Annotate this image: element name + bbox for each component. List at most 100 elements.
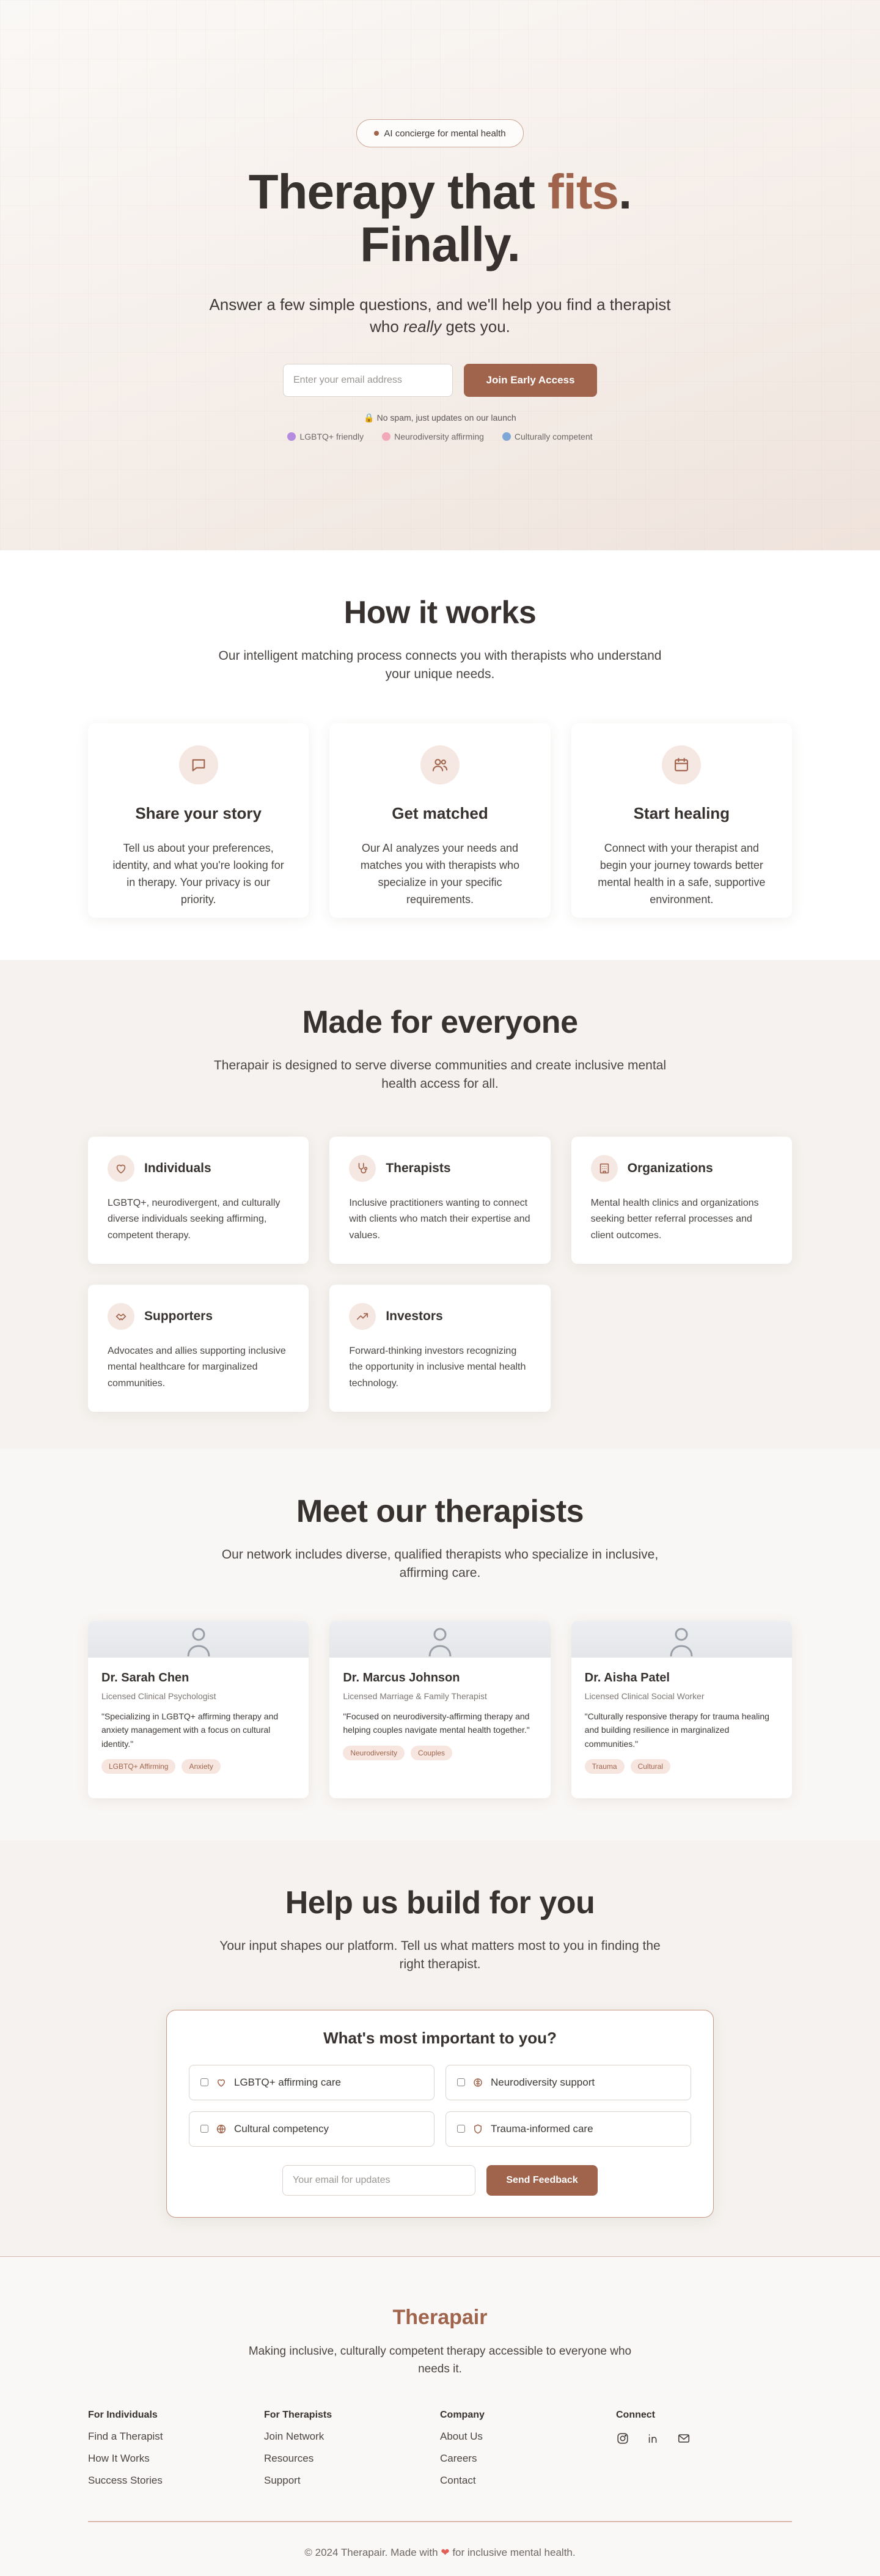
join-early-access-button[interactable]: Join Early Access	[464, 363, 597, 397]
chip-label: Neurodiversity affirming	[394, 431, 484, 441]
step-text: Our AI analyzes your needs and matches y…	[360, 841, 520, 906]
trending-up-icon	[349, 1302, 376, 1330]
section-title: Meet our therapists	[296, 1494, 584, 1529]
therapist-card[interactable]: Dr. Aisha Patel Licensed Clinical Social…	[571, 1620, 792, 1798]
audience-text: Forward-thinking investors recognizing t…	[349, 1345, 526, 1389]
badge-label: AI concierge for mental health	[384, 128, 506, 139]
footer-column-connect: Connect	[616, 2410, 792, 2487]
footer-column-title: For Therapists	[264, 2410, 332, 2420]
signup-form: Enter your email address Join Early Acce…	[0, 363, 880, 397]
avatar	[571, 1620, 792, 1658]
badge-dot-icon	[374, 131, 380, 136]
footer: Therapair Making inclusive, culturally c…	[0, 2256, 880, 2576]
copyright-pre: © 2024 Therapair. Made with	[304, 2546, 438, 2558]
section-lede: Your input shapes our platform. Tell us …	[219, 1939, 661, 1972]
therapist-name: Dr. Aisha Patel	[584, 1670, 670, 1685]
footer-column-title: For Individuals	[88, 2410, 158, 2420]
audience-text: Advocates and allies supporting inclusiv…	[108, 1345, 286, 1389]
footer-column-therapists: For Therapists Join Network Resources Su…	[264, 2410, 440, 2487]
brain-icon	[382, 432, 391, 441]
checkbox[interactable]	[457, 2125, 465, 2133]
mail-icon[interactable]	[677, 2432, 691, 2445]
step-card: Get matched Our AI analyzes your needs a…	[329, 723, 551, 918]
footer-link[interactable]: Join Network	[264, 2430, 440, 2443]
audience-card-therapists: Therapists Inclusive practitioners wanti…	[329, 1136, 551, 1264]
footer-column-title: Company	[440, 2410, 485, 2420]
specialty-tag: Couples	[411, 1745, 453, 1760]
audience-card-individuals: Individuals LGBTQ+, neurodivergent, and …	[88, 1136, 309, 1264]
brain-icon	[474, 2078, 482, 2087]
avatar	[329, 1620, 551, 1658]
specialty-tag: Neurodiversity	[343, 1745, 405, 1760]
therapist-role: Licensed Marriage & Family Therapist	[343, 1691, 487, 1701]
footer-link[interactable]: About Us	[440, 2430, 616, 2443]
user-avatar-icon	[187, 1628, 210, 1656]
feedback-form: What's most important to you? LGBTQ+ aff…	[166, 2009, 714, 2218]
option-lgbtq-care[interactable]: LGBTQ+ affirming care	[189, 2064, 435, 2100]
step-text: Connect with your therapist and begin yo…	[598, 841, 766, 906]
footer-column-individuals: For Individuals Find a Therapist How It …	[88, 2410, 264, 2487]
therapist-quote: "Specializing in LGBTQ+ affirming therap…	[101, 1711, 279, 1749]
audience-title: Therapists	[386, 1161, 451, 1175]
chip-lgbtq: LGBTQ+ friendly	[287, 432, 364, 441]
handshake-icon	[108, 1302, 134, 1330]
hero-subtitle-post: gets you.	[441, 317, 510, 336]
checkbox[interactable]	[200, 2078, 208, 2087]
option-trauma[interactable]: Trauma-informed care	[446, 2111, 691, 2147]
footer-link[interactable]: Find a Therapist	[88, 2430, 264, 2443]
audience-card-organizations: Organizations Mental health clinics and …	[571, 1136, 792, 1264]
send-feedback-button[interactable]: Send Feedback	[486, 2165, 598, 2196]
footer-link[interactable]: Support	[264, 2475, 440, 2487]
audience-title: Investors	[386, 1308, 443, 1323]
footer-link[interactable]: Resources	[264, 2452, 440, 2465]
meet-therapists-section: Meet our therapists Our network includes…	[0, 1449, 880, 1840]
footer-brand[interactable]: Therapair	[0, 2306, 880, 2330]
footer-link[interactable]: Careers	[440, 2452, 616, 2465]
option-label: Trauma-informed care	[491, 2122, 593, 2135]
step-title: Share your story	[135, 803, 262, 822]
step-card: Share your story Tell us about your pref…	[88, 723, 309, 918]
step-title: Start healing	[633, 803, 730, 822]
step-card: Start healing Connect with your therapis…	[571, 723, 792, 918]
chip-neurodiversity: Neurodiversity affirming	[382, 432, 484, 441]
option-label: Cultural competency	[234, 2122, 329, 2135]
shield-icon	[474, 2124, 482, 2134]
specialty-tag: LGBTQ+ Affirming	[101, 1759, 176, 1774]
therapist-quote: "Culturally responsive therapy for traum…	[584, 1711, 769, 1749]
email-input[interactable]: Enter your email address	[283, 363, 453, 397]
building-icon	[590, 1154, 618, 1182]
footer-link[interactable]: Success Stories	[88, 2475, 264, 2487]
footer-link[interactable]: How It Works	[88, 2452, 264, 2465]
linkedin-icon[interactable]	[647, 2432, 660, 2445]
hero-title-part1: Therapy that	[248, 164, 548, 219]
calendar-icon	[662, 745, 702, 784]
audience-card-supporters: Supporters Advocates and allies supporti…	[88, 1284, 309, 1412]
therapist-quote: "Focused on neurodiversity-affirming the…	[343, 1711, 530, 1735]
chat-icon	[178, 745, 218, 784]
option-cultural[interactable]: Cultural competency	[189, 2111, 435, 2147]
therapist-card[interactable]: Dr. Sarah Chen Licensed Clinical Psychol…	[88, 1620, 309, 1798]
checkbox[interactable]	[200, 2125, 208, 2133]
specialty-tag: Cultural	[630, 1759, 670, 1774]
audience-title: Supporters	[144, 1308, 213, 1323]
feedback-email-input[interactable]: Your email for updates	[282, 2165, 475, 2196]
heart-icon: ❤	[441, 2546, 450, 2558]
step-title: Get matched	[392, 803, 488, 822]
hero-badge: AI concierge for mental health	[356, 119, 524, 147]
audience-text: LGBTQ+, neurodivergent, and culturally d…	[108, 1197, 280, 1241]
chip-label: Culturally competent	[514, 431, 593, 441]
specialty-tag: Trauma	[584, 1759, 625, 1774]
instagram-icon[interactable]	[616, 2432, 629, 2445]
option-neurodiversity[interactable]: Neurodiversity support	[446, 2064, 691, 2100]
users-icon	[420, 745, 460, 784]
footer-link[interactable]: Contact	[440, 2475, 616, 2487]
checkbox[interactable]	[457, 2078, 465, 2087]
therapist-card[interactable]: Dr. Marcus Johnson Licensed Marriage & F…	[329, 1620, 551, 1798]
section-lede: Therapair is designed to serve diverse c…	[213, 1058, 667, 1091]
therapist-name: Dr. Sarah Chen	[101, 1670, 189, 1685]
hero-subtitle: Answer a few simple questions, and we'll…	[208, 293, 672, 338]
feedback-section: Help us build for you Your input shapes …	[0, 1840, 880, 2256]
how-it-works-section: How it works Our intelligent matching pr…	[0, 550, 880, 960]
specialty-tag: Anxiety	[182, 1759, 221, 1774]
audience-text: Mental health clinics and organizations …	[590, 1197, 759, 1241]
